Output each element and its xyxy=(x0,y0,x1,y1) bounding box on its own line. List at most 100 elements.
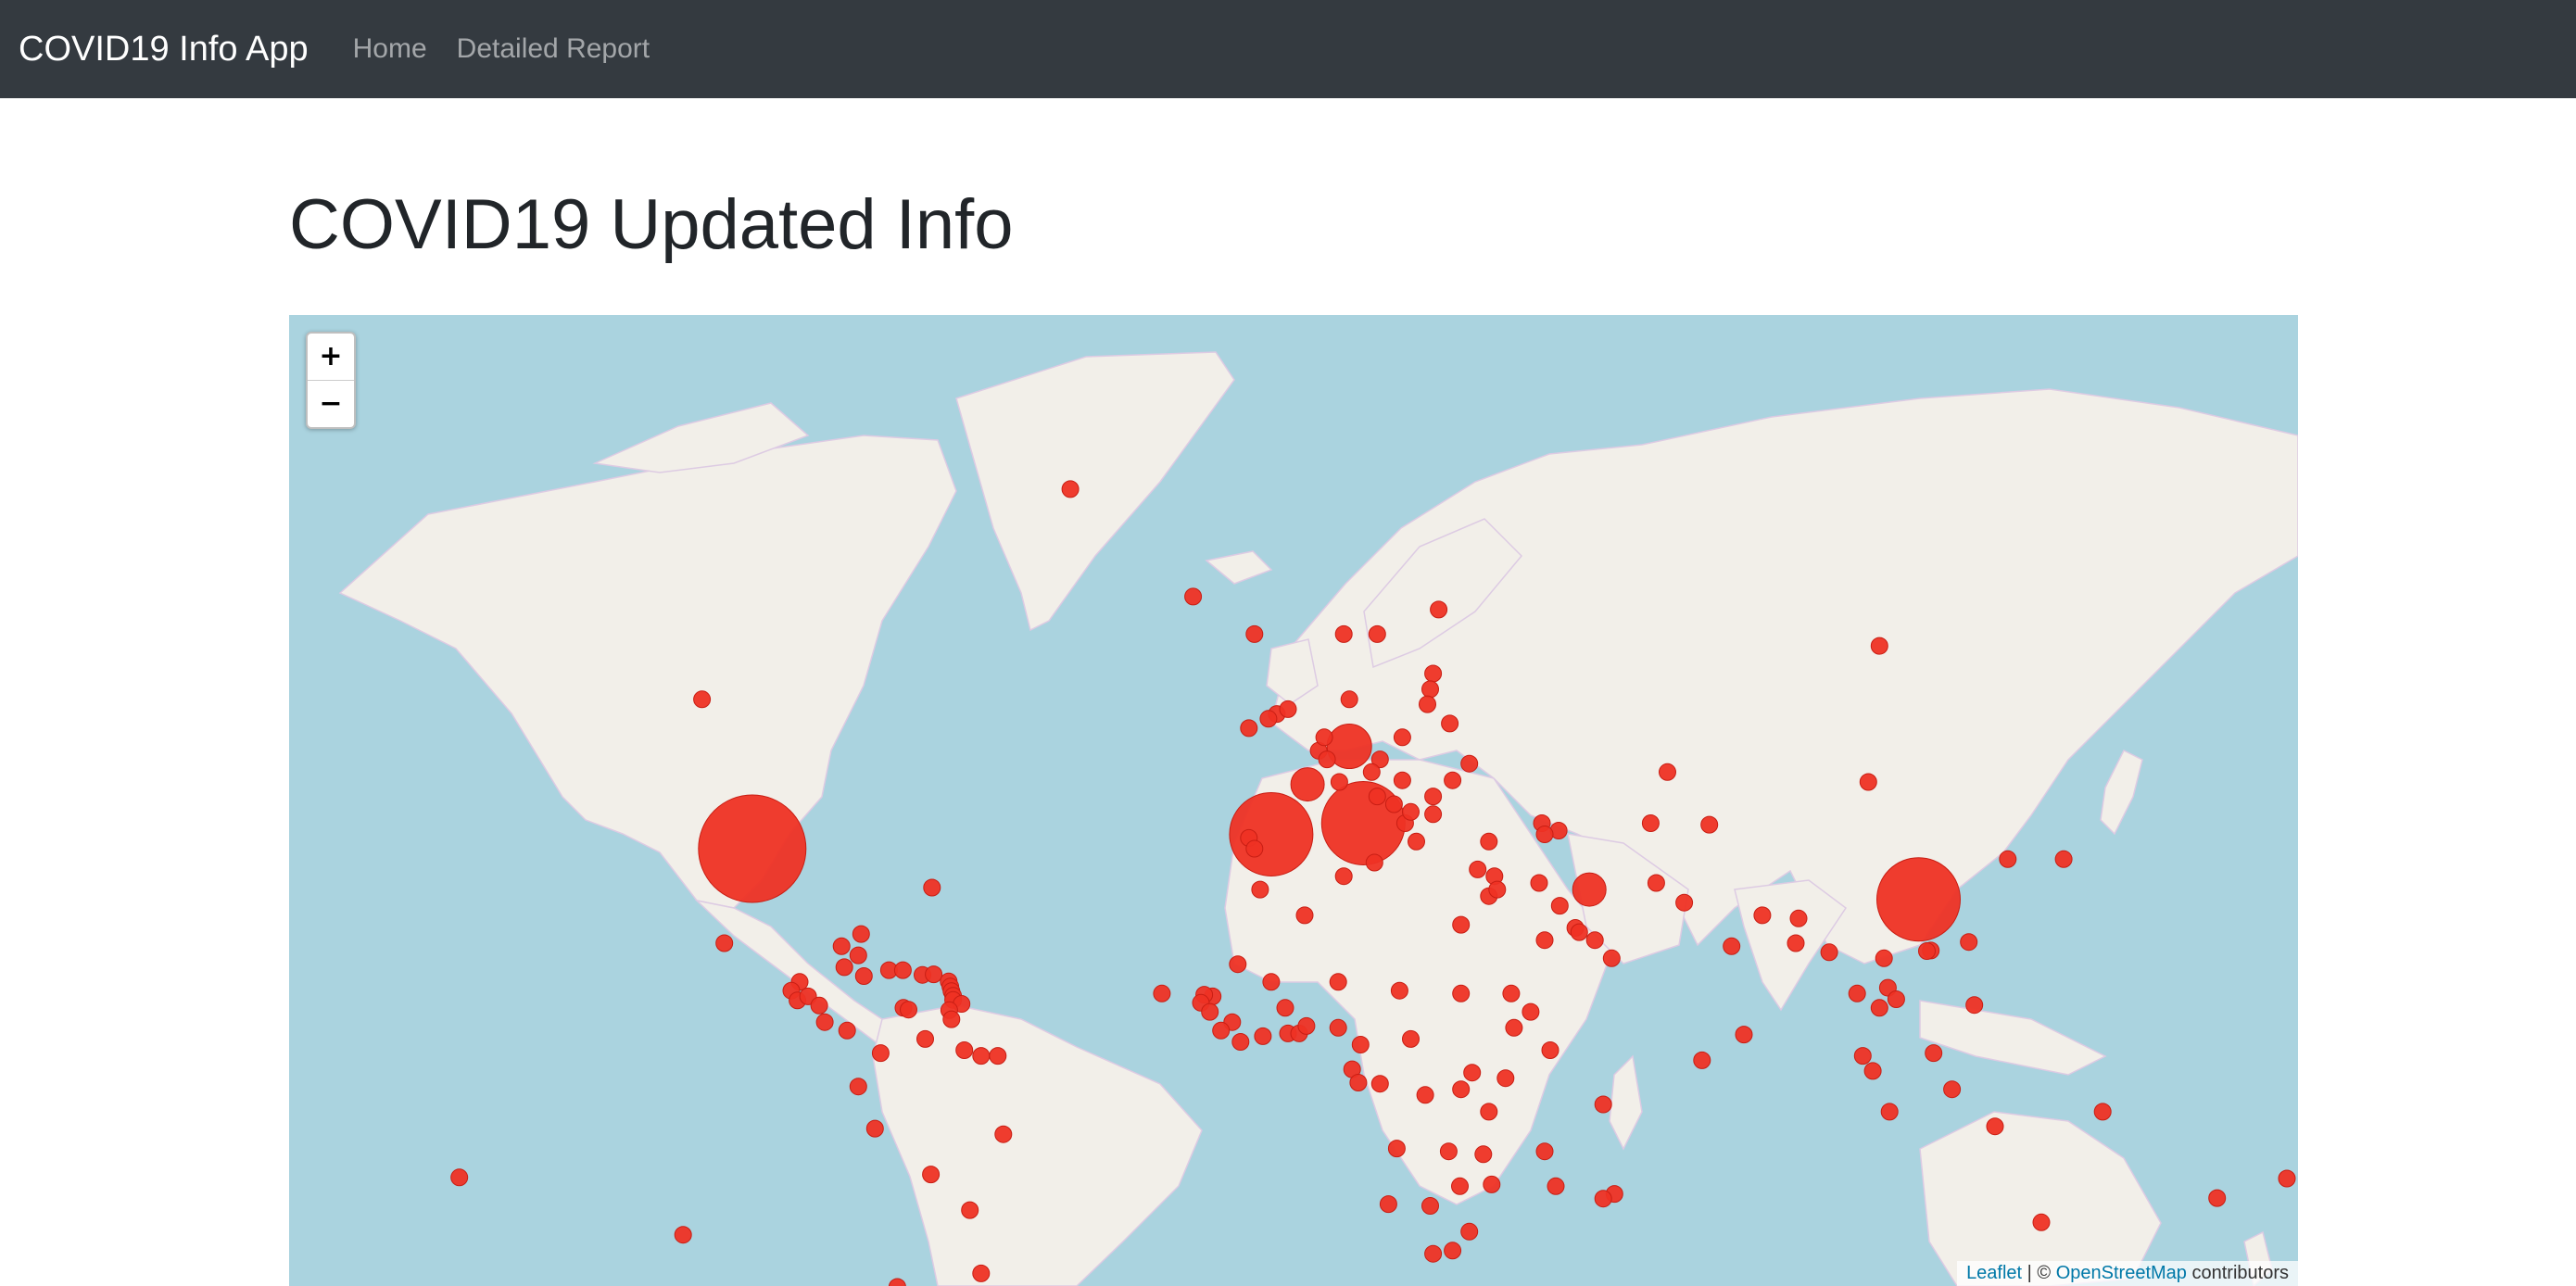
case-marker[interactable] xyxy=(849,1078,867,1096)
case-marker[interactable] xyxy=(2208,1189,2227,1207)
case-marker[interactable] xyxy=(1424,1244,1443,1263)
case-marker[interactable] xyxy=(1421,1197,1439,1215)
nav-link-home[interactable]: Home xyxy=(353,33,427,65)
case-marker[interactable] xyxy=(1735,1026,1753,1044)
case-marker[interactable] xyxy=(1402,802,1420,821)
case-marker[interactable] xyxy=(1700,815,1719,834)
case-marker[interactable] xyxy=(1441,714,1459,733)
case-marker[interactable] xyxy=(1421,680,1439,699)
case-marker[interactable] xyxy=(849,946,867,964)
map-canvas[interactable] xyxy=(289,315,2298,1286)
case-marker[interactable] xyxy=(1259,710,1278,728)
case-marker[interactable] xyxy=(2093,1103,2112,1121)
case-marker[interactable] xyxy=(1262,973,1281,991)
case-marker[interactable] xyxy=(1585,931,1604,950)
case-marker[interactable] xyxy=(1444,771,1462,789)
openstreetmap-link[interactable]: OpenStreetMap xyxy=(2056,1263,2187,1283)
navbar-brand[interactable]: COVID19 Info App xyxy=(19,30,309,69)
case-marker[interactable] xyxy=(1452,915,1471,934)
case-marker[interactable] xyxy=(1502,984,1521,1002)
case-marker[interactable] xyxy=(1460,754,1479,773)
case-marker[interactable] xyxy=(1480,832,1498,851)
case-marker[interactable] xyxy=(1231,1033,1250,1051)
case-marker[interactable] xyxy=(832,937,851,955)
case-marker[interactable] xyxy=(1408,832,1425,851)
case-marker[interactable] xyxy=(1229,955,1247,974)
case-marker[interactable] xyxy=(1925,1044,1943,1063)
case-marker[interactable] xyxy=(1318,750,1336,769)
case-marker[interactable] xyxy=(1419,695,1436,713)
case-marker[interactable] xyxy=(1329,1018,1347,1037)
case-marker[interactable] xyxy=(1870,999,1888,1017)
zoom-in-button[interactable]: + xyxy=(308,334,354,381)
case-marker[interactable] xyxy=(1875,949,1893,967)
case-marker[interactable] xyxy=(854,967,873,985)
case-marker[interactable] xyxy=(1340,690,1358,709)
case-marker[interactable] xyxy=(1463,1064,1482,1082)
case-marker[interactable] xyxy=(838,1021,856,1040)
case-marker[interactable] xyxy=(961,1201,979,1219)
case-marker[interactable] xyxy=(1880,1103,1899,1121)
case-marker[interactable] xyxy=(1444,1242,1462,1260)
case-marker[interactable] xyxy=(1452,984,1471,1002)
case-marker[interactable] xyxy=(1535,1142,1554,1161)
case-marker[interactable] xyxy=(1965,996,1984,1015)
case-marker[interactable] xyxy=(1496,1069,1515,1088)
case-marker[interactable] xyxy=(1594,1095,1612,1114)
zoom-out-button[interactable]: − xyxy=(308,381,354,427)
case-marker[interactable] xyxy=(1522,1002,1540,1021)
case-marker[interactable] xyxy=(1535,826,1554,843)
case-marker[interactable] xyxy=(1887,990,1905,1008)
case-marker[interactable] xyxy=(1439,1142,1458,1161)
case-marker[interactable] xyxy=(1416,1086,1434,1104)
case-marker[interactable] xyxy=(1201,1002,1219,1021)
case-marker[interactable] xyxy=(1290,767,1325,802)
world-map[interactable]: + − Leaflet | © OpenStreetMap contributo… xyxy=(289,315,2298,1286)
case-marker[interactable] xyxy=(1251,880,1269,899)
case-marker[interactable] xyxy=(1986,1117,2004,1136)
case-marker[interactable] xyxy=(1820,943,1838,962)
case-marker[interactable] xyxy=(1245,839,1264,858)
case-marker[interactable] xyxy=(1469,860,1487,878)
case-marker[interactable] xyxy=(1153,984,1171,1002)
leaflet-link[interactable]: Leaflet xyxy=(1966,1263,2022,1283)
case-marker[interactable] xyxy=(1753,906,1772,925)
case-marker[interactable] xyxy=(1541,1041,1559,1059)
case-marker[interactable] xyxy=(1212,1021,1231,1040)
case-marker[interactable] xyxy=(2032,1213,2051,1231)
case-marker[interactable] xyxy=(810,996,828,1015)
case-marker[interactable] xyxy=(450,1168,469,1187)
case-marker[interactable] xyxy=(1451,1177,1469,1195)
case-marker[interactable] xyxy=(1641,814,1660,832)
case-marker[interactable] xyxy=(1393,771,1411,789)
case-marker[interactable] xyxy=(893,961,912,979)
case-marker[interactable] xyxy=(674,1226,692,1244)
case-marker[interactable] xyxy=(1943,1080,1962,1099)
case-marker[interactable] xyxy=(1424,788,1443,806)
case-marker[interactable] xyxy=(1547,1177,1565,1195)
case-marker[interactable] xyxy=(1334,624,1353,643)
case-marker[interactable] xyxy=(1693,1051,1711,1069)
case-marker[interactable] xyxy=(1424,805,1443,824)
case-marker[interactable] xyxy=(1848,984,1866,1002)
case-marker[interactable] xyxy=(1315,728,1333,747)
case-marker[interactable] xyxy=(1254,1027,1272,1045)
case-marker[interactable] xyxy=(865,1119,884,1138)
case-marker[interactable] xyxy=(1675,893,1694,912)
case-marker[interactable] xyxy=(1659,763,1676,781)
case-marker[interactable] xyxy=(1530,874,1548,892)
case-marker[interactable] xyxy=(1402,1029,1420,1048)
case-marker[interactable] xyxy=(1393,728,1411,747)
case-marker[interactable] xyxy=(1474,1145,1493,1164)
case-marker[interactable] xyxy=(994,1125,1013,1143)
case-marker[interactable] xyxy=(922,1166,941,1184)
case-marker[interactable] xyxy=(1999,850,2017,868)
case-marker[interactable] xyxy=(1370,1075,1389,1093)
case-marker[interactable] xyxy=(1390,981,1408,1000)
case-marker[interactable] xyxy=(925,965,943,984)
case-marker[interactable] xyxy=(916,1029,934,1048)
case-marker[interactable] xyxy=(1863,1062,1882,1080)
case-marker[interactable] xyxy=(1460,1222,1479,1241)
case-marker[interactable] xyxy=(1329,973,1347,991)
case-marker[interactable] xyxy=(1245,624,1264,643)
